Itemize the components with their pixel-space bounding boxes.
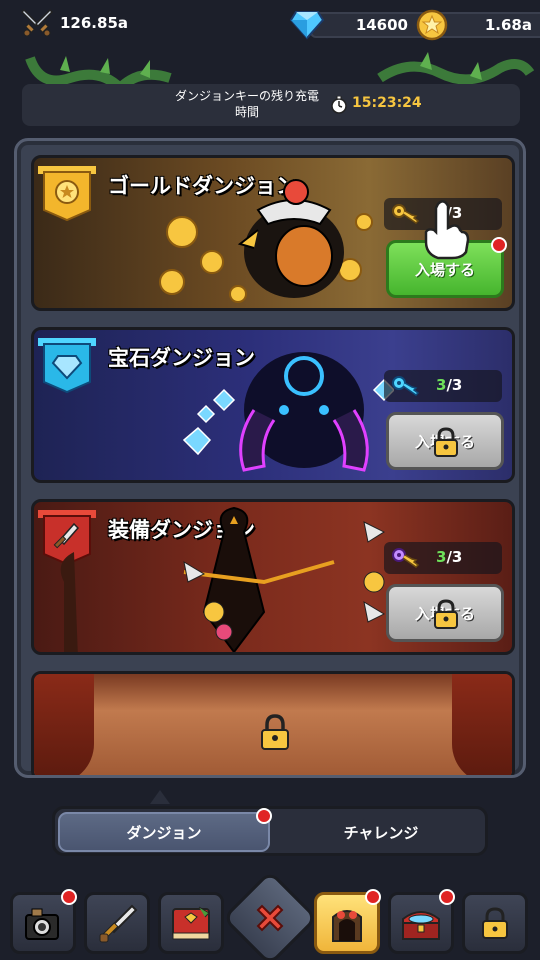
lock-icon bbox=[434, 427, 458, 457]
equipment-dungeon-key-counter: 3/3 bbox=[384, 542, 502, 574]
tab-challenge-label: チャレンジ bbox=[343, 823, 419, 842]
coin-icon bbox=[416, 9, 448, 41]
nav-close-button[interactable] bbox=[248, 896, 292, 940]
nav-dungeon-button[interactable] bbox=[314, 889, 381, 954]
top-bar: 126.85a 14600 1.68a bbox=[0, 0, 540, 52]
gem-dungeon-key-counter: 3/3 bbox=[384, 370, 502, 402]
close-icon bbox=[256, 904, 284, 932]
gold-dungeon-badge bbox=[38, 166, 96, 222]
nav-camera-button[interactable] bbox=[10, 889, 77, 954]
gem-dungeon-key-count: 3/3 bbox=[436, 376, 463, 394]
tab-dungeon-label: ダンジョン bbox=[126, 823, 202, 842]
gem-stat[interactable]: 14600 bbox=[290, 10, 428, 40]
hand-pointer-icon bbox=[424, 200, 470, 260]
nav-locked-button[interactable] bbox=[462, 892, 528, 954]
gem-dungeon-enter-button-locked[interactable]: 入場する bbox=[386, 412, 504, 470]
clock-icon bbox=[331, 96, 347, 114]
sword-icon bbox=[99, 904, 138, 943]
key-icon bbox=[392, 204, 420, 224]
equipment-dungeon-key-count: 3/3 bbox=[436, 548, 463, 566]
gem-icon bbox=[290, 11, 324, 40]
notification-dot bbox=[256, 808, 272, 824]
gold-dungeon-card[interactable]: ゴールドダンジョン 3/3 入場する bbox=[31, 155, 515, 311]
equipment-dungeon-boss-art bbox=[60, 506, 386, 652]
tab-pointer bbox=[150, 790, 170, 804]
notification-dot bbox=[61, 889, 77, 905]
gem-count: 14600 bbox=[310, 12, 428, 38]
gold-count: 1.68a bbox=[434, 12, 540, 38]
notification-dot bbox=[439, 889, 455, 905]
nav-equipment-button[interactable] bbox=[84, 892, 150, 954]
nav-book-button[interactable] bbox=[158, 892, 224, 954]
lock-icon bbox=[261, 714, 289, 750]
power-stat: 126.85a bbox=[20, 8, 128, 38]
equipment-dungeon-enter-button-locked[interactable]: 入場する bbox=[386, 584, 504, 642]
notification-dot bbox=[365, 889, 381, 905]
dungeon-icon bbox=[332, 910, 362, 942]
dungeon-panel: ゴールドダンジョン 3/3 入場する bbox=[14, 138, 526, 778]
key-recharge-time: 15:23:24 bbox=[352, 95, 422, 111]
nav-treasure-button[interactable] bbox=[388, 889, 455, 954]
camera-icon bbox=[25, 908, 59, 940]
bottom-nav bbox=[0, 869, 540, 960]
curtain-left bbox=[34, 674, 94, 775]
lock-icon bbox=[482, 907, 508, 939]
gold-stat[interactable]: 1.68a bbox=[416, 9, 540, 41]
notification-dot bbox=[491, 237, 507, 253]
key-icon bbox=[392, 548, 420, 568]
gem-dungeon-boss-art bbox=[182, 352, 394, 472]
dungeon-tab-bar: ダンジョン チャレンジ bbox=[52, 806, 488, 856]
enter-button-label: 入場する bbox=[414, 260, 475, 279]
swords-icon bbox=[20, 8, 54, 37]
curtain-right bbox=[452, 674, 512, 775]
treasure-chest-icon bbox=[402, 911, 440, 940]
key-icon bbox=[392, 376, 420, 396]
power-value: 126.85a bbox=[60, 14, 129, 32]
key-recharge-timer-bar: ダンジョンキーの残り充電時間 15:23:24 bbox=[22, 84, 520, 126]
tab-challenge[interactable]: チャレンジ bbox=[275, 812, 487, 852]
book-icon bbox=[172, 906, 210, 940]
key-recharge-label: ダンジョンキーの残り充電時間 bbox=[174, 89, 319, 119]
locked-dungeon-card[interactable] bbox=[31, 671, 515, 775]
lock-icon bbox=[434, 599, 458, 629]
gold-dungeon-boss-art bbox=[159, 179, 373, 303]
tab-dungeon[interactable]: ダンジョン bbox=[58, 808, 272, 852]
gem-dungeon-card[interactable]: 宝石ダンジョン 3/3 入場する bbox=[31, 327, 515, 483]
gem-dungeon-badge bbox=[38, 338, 96, 394]
equipment-dungeon-card[interactable]: 装備ダンジョン 3/3 入場する bbox=[31, 499, 515, 655]
